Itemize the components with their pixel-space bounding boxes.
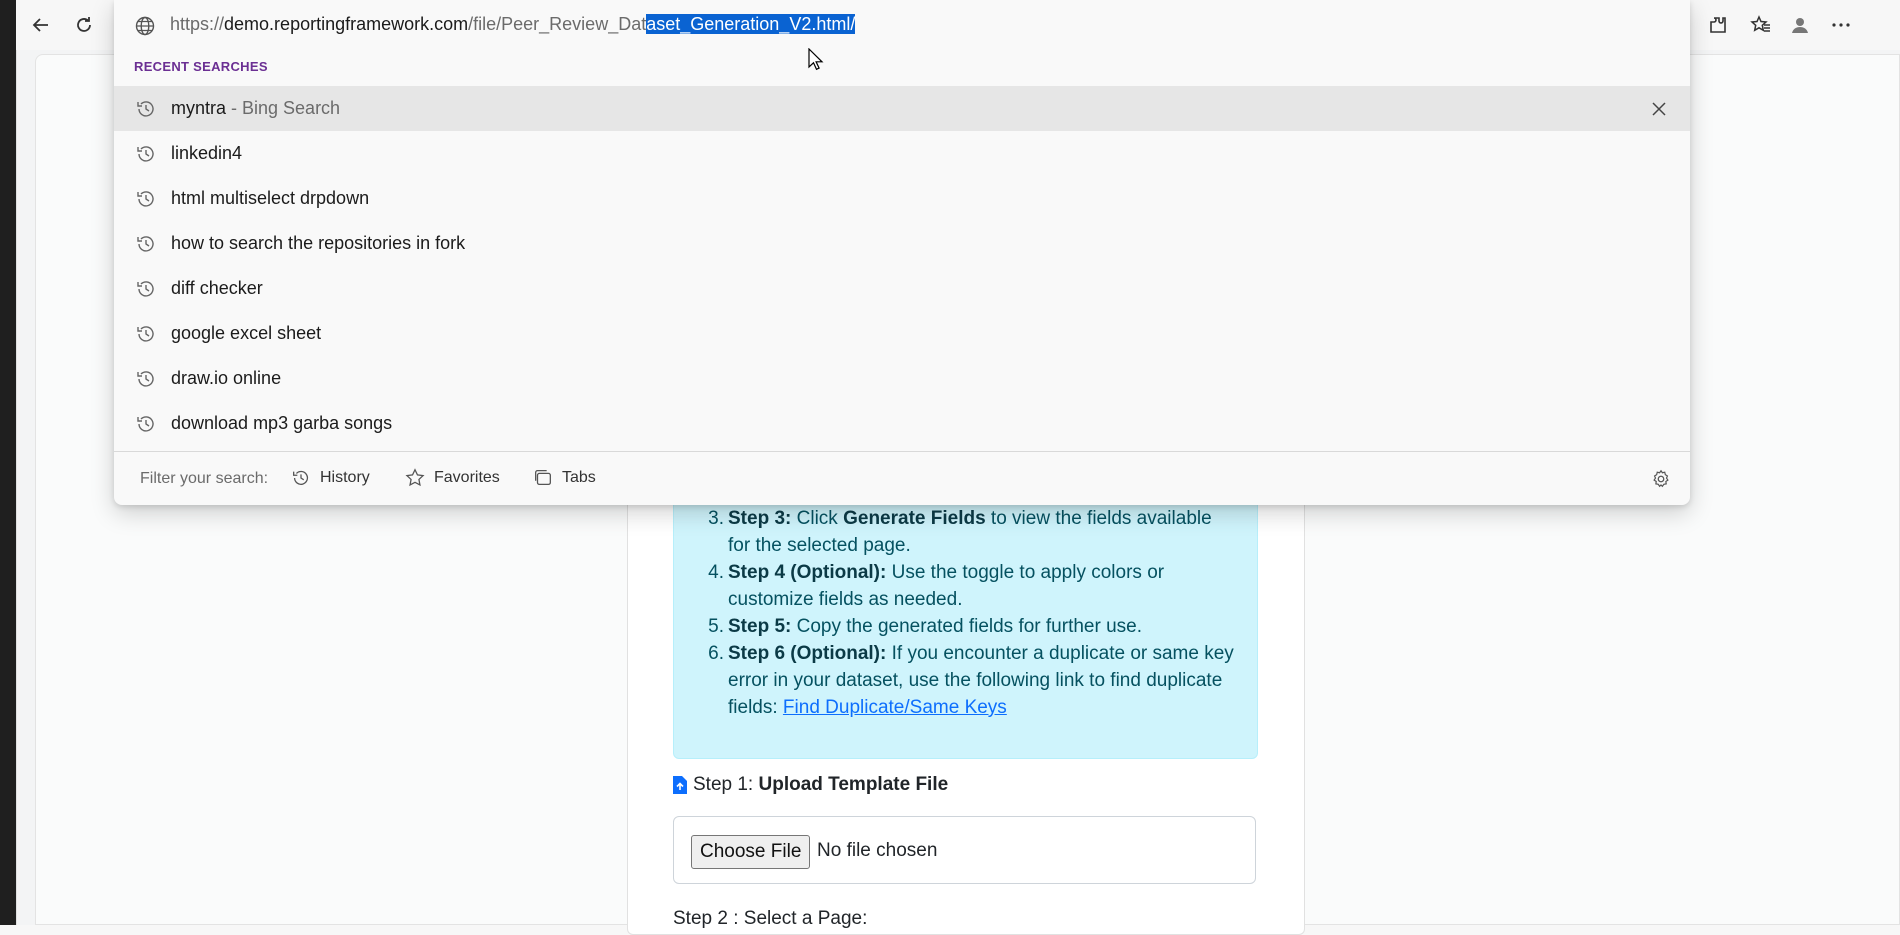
recent-search-item[interactable]: myntra - Bing Search [114, 86, 1690, 131]
star-icon [405, 468, 425, 487]
recent-search-item[interactable]: diff checker [114, 266, 1690, 311]
url-text[interactable]: https://demo.reportingframework.com/file… [170, 14, 856, 35]
back-icon[interactable] [28, 12, 54, 38]
instruction-step-6: 6. Step 6 (Optional): If you encounter a … [708, 643, 1234, 718]
file-status: No file chosen [817, 840, 938, 861]
dropdown-divider [114, 451, 1690, 452]
instructions-list: 3. Step 3: Click Generate Fields to view … [706, 505, 1237, 721]
tabs-icon [535, 470, 551, 486]
globe-icon [135, 16, 155, 36]
gear-icon[interactable] [1650, 468, 1672, 490]
history-clock-icon [137, 416, 154, 432]
recent-search-item[interactable]: html multiselect drpdown [114, 176, 1690, 221]
refresh-icon[interactable] [71, 12, 97, 38]
recent-search-item[interactable]: google excel sheet [114, 311, 1690, 356]
search-filter-bar: Filter your search: History Favorites Ta… [114, 454, 1690, 504]
history-clock-icon [137, 281, 154, 297]
close-icon[interactable] [1648, 98, 1670, 120]
cursor-icon [808, 48, 824, 71]
url-selection: aset_Generation_V2.html/ [646, 14, 856, 34]
filter-label: Filter your search: [140, 470, 269, 487]
step1-label: Step 1: Upload Template File [673, 774, 948, 796]
left-window-edge [0, 0, 16, 925]
address-bar-dropdown: https://demo.reportingframework.com/file… [114, 0, 1690, 505]
history-clock-icon [137, 191, 154, 207]
history-clock-icon [137, 146, 154, 162]
recent-search-item[interactable]: download mp3 garba songs [114, 401, 1690, 446]
instruction-step-3: 3. Step 3: Click Generate Fields to view … [708, 508, 1212, 556]
recent-searches-header: RECENT SEARCHES [134, 59, 268, 74]
instruction-step-4: 4. Step 4 (Optional): Use the toggle to a… [708, 562, 1165, 610]
choose-file-button[interactable]: Choose File [691, 835, 811, 869]
recent-search-item[interactable]: linkedin4 [114, 131, 1690, 176]
extensions-icon[interactable] [1705, 12, 1731, 38]
history-clock-icon [137, 371, 154, 387]
instruction-step-5: 5. Step 5: Copy the generated fields for … [708, 616, 1143, 637]
more-icon[interactable] [1828, 12, 1854, 38]
recent-search-item[interactable]: draw.io online [114, 356, 1690, 401]
history-clock-icon [137, 326, 154, 342]
history-clock-icon [137, 236, 154, 252]
recent-searches-list: myntra - Bing Search linkedin4 html mult… [114, 86, 1690, 446]
step2-label: Step 2 : Select a Page: [673, 908, 868, 929]
instructions-box: 3. Step 3: Click Generate Fields to view … [673, 482, 1258, 759]
filter-history-button[interactable]: History [290, 467, 370, 489]
favorites-icon[interactable] [1748, 12, 1774, 38]
recent-search-item[interactable]: how to search the repositories in fork [114, 221, 1690, 266]
address-bar[interactable]: https://demo.reportingframework.com/file… [114, 0, 1690, 52]
profile-icon[interactable] [1787, 12, 1813, 38]
history-clock-icon [137, 101, 154, 117]
filter-favorites-button[interactable]: Favorites [404, 467, 500, 489]
find-duplicate-keys-link[interactable]: Find Duplicate/Same Keys [783, 697, 1007, 718]
file-upload-icon [673, 776, 687, 794]
history-clock-icon [293, 470, 309, 485]
file-input[interactable]: Choose File No file chosen [673, 816, 1256, 884]
filter-tabs-button[interactable]: Tabs [532, 467, 596, 489]
